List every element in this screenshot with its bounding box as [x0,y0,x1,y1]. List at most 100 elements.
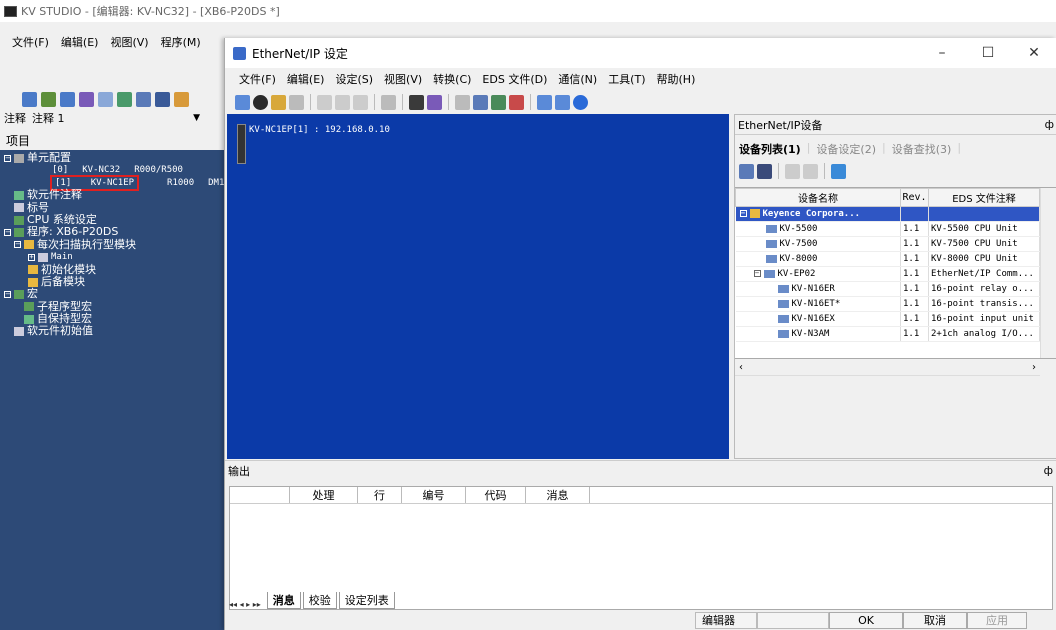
dlg-menu-comm[interactable]: 通信(N) [558,71,597,89]
unit-model: KV-NC1EP [90,177,135,188]
tab-check[interactable]: 校验 [302,592,337,609]
col-device-name[interactable]: 设备名称 [735,188,901,207]
tree-item-unit-config[interactable]: − 单元配置 [0,151,228,164]
col-rev[interactable]: Rev. [900,188,929,207]
ok-button[interactable]: OK [829,612,903,629]
search-icon[interactable] [98,91,113,107]
dlg-menu-view[interactable]: 视图(V) [384,71,422,89]
toolbar-icon-j[interactable] [537,94,552,110]
table-row[interactable]: KV-N16EX 1.1 16-point input unit [735,311,1040,327]
list-view-icon[interactable] [739,163,754,179]
vertical-scrollbar[interactable] [1040,188,1056,358]
tree-item-program[interactable]: − 程序: XB6-P20DS [0,225,228,238]
toolbar-icon-d[interactable] [409,94,424,110]
collapse-icon[interactable]: − [4,290,11,298]
scroll-right-icon[interactable]: › [1032,359,1036,375]
minimize-icon[interactable]: – [919,45,965,61]
cancel-button[interactable]: 取消 [903,612,967,629]
dlg-menu-file[interactable]: 文件(F) [239,71,276,89]
tab-device-search[interactable]: 设备查找(3) [892,141,952,157]
filter-icon[interactable] [803,163,818,179]
toolbar-icon-4[interactable] [79,91,94,107]
table-row[interactable]: − Keyence Corpora... [735,206,1040,222]
tree-item-scan-module[interactable]: − 每次扫描执行型模块 [0,238,228,251]
info-icon[interactable] [253,94,268,110]
toolbar-icon-2[interactable] [41,91,56,107]
tree-item-main[interactable]: + Main [0,251,228,263]
detail-view-icon[interactable] [757,163,772,179]
find-icon[interactable] [831,163,846,179]
table-row[interactable]: − KV-EP02 1.1 EtherNet/IP Comm... [735,266,1040,282]
paste-icon[interactable] [353,94,368,110]
main-menu-edit[interactable]: 编辑(E) [61,34,99,52]
dlg-menu-edit[interactable]: 编辑(E) [287,71,325,89]
tab-device-list[interactable]: 设备列表(1) [739,141,801,157]
collapse-icon[interactable]: − [753,270,761,277]
table-row[interactable]: KV-N16ET* 1.1 16-point transis... [735,296,1040,312]
apply-button[interactable]: 应用 [967,612,1027,629]
toolbar-icon-7[interactable] [136,91,151,107]
toolbar-icon-9[interactable] [174,91,189,107]
toolbar-icon-6[interactable] [117,91,132,107]
chevron-down-icon[interactable]: ▼ [193,113,200,123]
col-process[interactable]: 处理 [290,487,358,503]
tab-device-settings[interactable]: 设备设定(2) [816,141,876,157]
col-code[interactable]: 代码 [466,487,526,503]
table-row[interactable]: KV-5500 1.1 KV-5500 CPU Unit [735,221,1040,237]
network-config-canvas[interactable]: KV-NC1EP[1] : 192.168.0.10 [227,114,729,459]
dlg-menu-tools[interactable]: 工具(T) [608,71,645,89]
main-menu-program[interactable]: 程序(M) [161,34,201,52]
toolbar-icon-3[interactable] [60,91,75,107]
toolbar-icon-h[interactable] [491,94,506,110]
toolbar-icon-g[interactable] [473,94,488,110]
main-menu-view[interactable]: 视图(V) [110,34,148,52]
new-icon[interactable] [235,94,250,110]
copy-icon[interactable] [335,94,350,110]
toolbar-icon-a[interactable] [271,94,286,110]
sort-icon[interactable] [785,163,800,179]
scroll-left-icon[interactable]: ‹ [739,359,743,375]
maximize-icon[interactable]: ☐ [965,45,1011,61]
help-icon[interactable] [573,94,588,110]
toolbar-icon-e[interactable] [427,94,442,110]
plc-module-icon[interactable] [237,124,246,164]
col-number[interactable]: 编号 [402,487,466,503]
toolbar-icon-1[interactable] [22,91,37,107]
toolbar-icon-i[interactable] [509,94,524,110]
dlg-menu-eds[interactable]: EDS 文件(D) [482,71,547,89]
dlg-menu-convert[interactable]: 转换(C) [433,71,471,89]
main-menu-file[interactable]: 文件(F) [12,34,49,52]
collapse-icon[interactable]: − [739,210,747,217]
tab-messages[interactable]: 消息 [266,592,301,609]
expand-icon[interactable]: + [28,253,35,261]
comment-selector[interactable]: 注释 注释 1 ▼ [4,108,200,128]
table-row[interactable]: KV-8000 1.1 KV-8000 CPU Unit [735,251,1040,267]
tab-nav-icons[interactable]: ◂◂ ◂ ▸ ▸▸ [229,600,261,609]
pin-icon[interactable]: ф [1045,118,1054,131]
col-message[interactable]: 消息 [526,487,590,503]
col-eds-note[interactable]: EDS 文件注释 [928,188,1040,207]
horizontal-scrollbar[interactable]: ‹ › [735,359,1040,376]
toolbar-icon-k[interactable] [555,94,570,110]
table-row[interactable]: KV-N16ER 1.1 16-point relay o... [735,281,1040,297]
pin-icon[interactable]: ф [1044,464,1053,477]
dlg-menu-help[interactable]: 帮助(H) [657,71,696,89]
collapse-icon[interactable]: − [14,241,21,249]
toolbar-icon-8[interactable] [155,91,170,107]
table-row[interactable]: KV-N3AM 1.1 2+1ch analog I/O... [735,326,1040,342]
dlg-menu-settings[interactable]: 设定(S) [335,71,373,89]
tree-item-macro[interactable]: − 宏 [0,287,228,300]
toolbar-icon-c[interactable] [381,94,396,110]
toolbar-icon-f[interactable] [455,94,470,110]
tree-item-init-module[interactable]: 初始化模块 [0,263,228,276]
collapse-icon[interactable]: − [4,154,11,162]
tree-item-sub-macro[interactable]: 子程序型宏 [0,300,228,313]
cut-icon[interactable] [317,94,332,110]
tree-item-device-init[interactable]: 软元件初始值 [0,325,228,337]
toolbar-icon-b[interactable] [289,94,304,110]
table-row[interactable]: KV-7500 1.1 KV-7500 CPU Unit [735,236,1040,252]
collapse-icon[interactable]: − [4,229,11,237]
col-line[interactable]: 行 [358,487,402,503]
tab-settings-list[interactable]: 设定列表 [338,592,395,609]
close-icon[interactable]: ✕ [1011,45,1056,61]
